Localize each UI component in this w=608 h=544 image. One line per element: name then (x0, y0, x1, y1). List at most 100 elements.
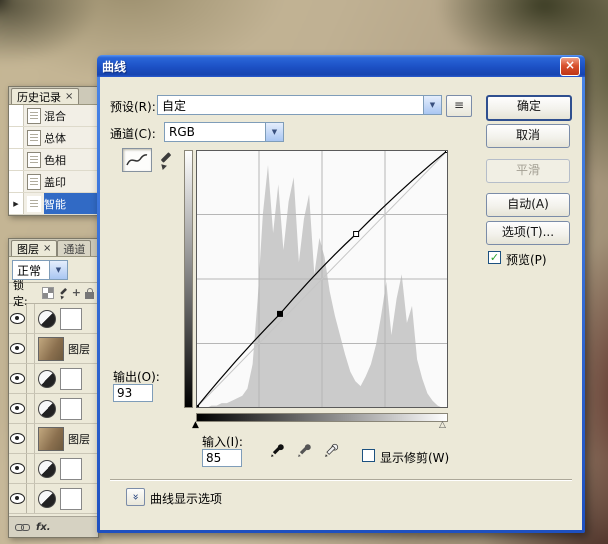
visibility-toggle[interactable] (9, 394, 27, 423)
white-eyedropper-icon (323, 442, 340, 459)
history-pointer-icon: ▶ (13, 200, 18, 208)
dropdown-arrow-icon[interactable]: ▼ (423, 96, 441, 114)
output-gradient-bar (184, 150, 193, 408)
visibility-toggle[interactable] (9, 334, 27, 363)
preview-checkbox[interactable]: ✓ (488, 251, 501, 264)
output-label: 输出(O): (113, 368, 160, 385)
eye-icon (10, 313, 25, 324)
output-input[interactable] (113, 384, 153, 402)
layer-mask-thumbnail[interactable] (60, 308, 82, 330)
edit-points-tool-button[interactable] (122, 148, 152, 172)
layers-panel-footer: fx. (9, 516, 98, 537)
visibility-toggle[interactable] (9, 484, 27, 513)
visibility-toggle[interactable] (9, 304, 27, 333)
layer-row[interactable] (9, 364, 98, 394)
layer-thumbnail[interactable] (38, 427, 64, 451)
layer-name[interactable]: 图层 (68, 431, 90, 447)
eye-icon (10, 403, 25, 414)
history-source-cell[interactable]: ▶ (9, 193, 24, 214)
curve-plot-area[interactable] (196, 150, 448, 408)
lock-move-icon[interactable]: + (72, 288, 81, 298)
preset-value: 自定 (158, 97, 423, 114)
gray-point-eyedropper-button[interactable] (293, 439, 315, 461)
layer-name[interactable]: 图层 (68, 341, 90, 357)
history-source-cell[interactable] (9, 171, 24, 192)
history-state-icon (27, 174, 41, 190)
history-source-cell[interactable] (9, 105, 24, 126)
layer-mask-thumbnail[interactable] (60, 368, 82, 390)
blend-mode-select[interactable]: 正常 ▼ (12, 260, 68, 280)
history-item[interactable]: 盖印 (9, 171, 98, 193)
link-cell (27, 454, 35, 483)
pencil-icon (158, 153, 172, 167)
channel-select[interactable]: RGB ▼ (164, 122, 284, 142)
ok-button[interactable]: 确定 (486, 95, 572, 121)
lock-row: 锁定: + (9, 283, 98, 304)
layer-row[interactable] (9, 484, 98, 514)
layer-thumbnail[interactable] (38, 337, 64, 361)
shadow-slider[interactable]: ▲ (192, 421, 199, 430)
history-state-icon (27, 130, 41, 146)
dialog-body: 预设(R): 自定 ▼ ≡ 通道(C): RGB ▼ (100, 77, 582, 530)
layer-row[interactable] (9, 304, 98, 334)
layer-row[interactable] (9, 454, 98, 484)
layer-style-icon[interactable]: fx. (36, 522, 51, 533)
link-layers-icon[interactable] (15, 523, 29, 532)
link-cell (27, 484, 35, 513)
panel-close-icon[interactable]: × (65, 92, 73, 102)
layer-row[interactable]: 图层 (9, 424, 98, 454)
draw-curve-tool-button[interactable] (158, 152, 176, 170)
layer-mask-thumbnail[interactable] (60, 398, 82, 420)
preset-select[interactable]: 自定 ▼ (157, 95, 442, 115)
lock-paint-icon[interactable] (59, 288, 68, 297)
show-clipping-label: 显示修剪(W) (380, 449, 449, 466)
tab-history[interactable]: 历史记录 × (11, 88, 79, 104)
show-clipping-checkbox[interactable] (362, 449, 375, 462)
channel-value: RGB (165, 125, 265, 139)
history-item[interactable]: 色相 (9, 149, 98, 171)
channel-label: 通道(C): (110, 125, 156, 142)
close-icon[interactable]: × (560, 57, 580, 76)
blend-mode-value: 正常 (13, 262, 49, 279)
curve-display-options-expander[interactable]: » (126, 488, 145, 506)
dropdown-arrow-icon[interactable]: ▼ (49, 261, 67, 279)
layer-row[interactable] (9, 394, 98, 424)
preset-options-menu-button[interactable]: ≡ (446, 95, 472, 117)
dropdown-arrow-icon[interactable]: ▼ (265, 123, 283, 141)
layers-panel: 图层 × 通道 正常 ▼ 锁定: + (8, 238, 99, 538)
eye-icon (10, 463, 25, 474)
input-input[interactable] (202, 449, 242, 467)
history-source-cell[interactable] (9, 127, 24, 148)
history-panel: 历史记录 × 混合 总体 色相 盖印 (8, 86, 99, 216)
cancel-button[interactable]: 取消 (486, 124, 570, 148)
options-button[interactable]: 选项(T)... (486, 221, 570, 245)
white-point-eyedropper-button[interactable] (320, 439, 342, 461)
blend-mode-row: 正常 ▼ (9, 257, 98, 283)
curve-tool-icon (126, 153, 148, 167)
highlight-slider[interactable]: △ (439, 421, 446, 430)
panel-close-icon[interactable]: × (43, 244, 51, 254)
tab-layers[interactable]: 图层 × (11, 240, 57, 256)
link-cell (27, 424, 35, 453)
history-item[interactable]: 总体 (9, 127, 98, 149)
history-item[interactable]: 混合 (9, 105, 98, 127)
visibility-toggle[interactable] (9, 424, 27, 453)
link-cell (27, 304, 35, 333)
input-label: 输入(I): (202, 433, 243, 450)
auto-button[interactable]: 自动(A) (486, 193, 570, 217)
preset-label: 预设(R): (110, 98, 156, 115)
layer-mask-thumbnail[interactable] (60, 458, 82, 480)
visibility-toggle[interactable] (9, 364, 27, 393)
history-item-selected[interactable]: ▶ 智能 (9, 193, 98, 215)
check-icon: ✓ (490, 251, 499, 264)
tab-channels[interactable]: 通道 (57, 240, 91, 256)
dialog-titlebar[interactable]: 曲线 × (97, 55, 585, 77)
history-source-cell[interactable] (9, 149, 24, 170)
black-point-eyedropper-button[interactable] (266, 439, 288, 461)
layer-row[interactable]: 图层 (9, 334, 98, 364)
history-item-label: 总体 (44, 130, 66, 146)
visibility-toggle[interactable] (9, 454, 27, 483)
lock-transparency-icon[interactable] (42, 287, 54, 299)
layer-mask-thumbnail[interactable] (60, 488, 82, 510)
lock-all-icon[interactable] (85, 292, 94, 299)
